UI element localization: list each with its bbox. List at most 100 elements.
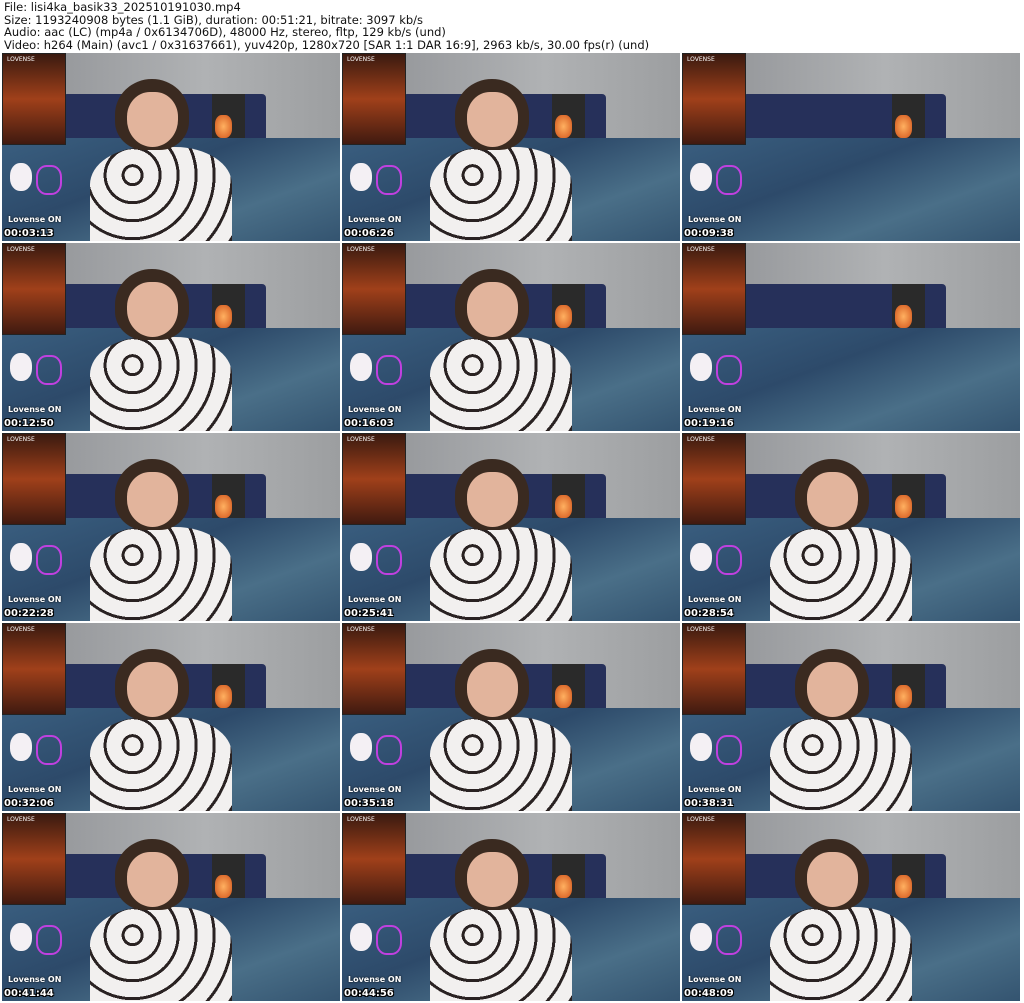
tip-menu-panel: LOVENSE (2, 433, 66, 525)
panel-brand: LOVENSE (687, 436, 715, 443)
panel-brand: LOVENSE (347, 56, 375, 63)
lovense-status: Lovense ON (8, 215, 62, 224)
person-body (429, 337, 572, 431)
bunny-icon (350, 923, 372, 951)
lovense-heart-icon (716, 165, 742, 195)
tip-menu-panel: LOVENSE (2, 53, 66, 145)
person-body (89, 337, 232, 431)
panel-brand: LOVENSE (347, 436, 375, 443)
thumbnail-grid: LOVENSE Lovense ON 00:03:13 LOVENSE Love… (2, 53, 1020, 1001)
person (89, 79, 232, 241)
bunny-icon (350, 163, 372, 191)
video-thumbnail[interactable]: LOVENSE Lovense ON 00:22:28 (2, 433, 340, 621)
person-face (126, 662, 178, 718)
panel-brand: LOVENSE (687, 626, 715, 633)
person-body (429, 527, 572, 621)
lovense-status: Lovense ON (8, 595, 62, 604)
timestamp: 00:35:18 (344, 798, 394, 809)
video-thumbnail[interactable]: LOVENSE Lovense ON 00:12:50 (2, 243, 340, 431)
bunny-icon (10, 733, 32, 761)
bunny-icon (350, 733, 372, 761)
bunny-icon (690, 733, 712, 761)
tip-menu-panel: LOVENSE (682, 243, 746, 335)
file-name: File: lisi4ka_basik33_202510191030.mp4 (4, 0, 241, 14)
video-thumbnail[interactable]: LOVENSE Lovense ON 00:19:16 (682, 243, 1020, 431)
bunny-icon (690, 353, 712, 381)
video-thumbnail[interactable]: LOVENSE Lovense ON 00:16:03 (342, 243, 680, 431)
tip-menu-panel: LOVENSE (682, 53, 746, 145)
lovense-status: Lovense ON (688, 785, 742, 794)
video-thumbnail[interactable]: LOVENSE Lovense ON 00:25:41 (342, 433, 680, 621)
timestamp: 00:25:41 (344, 608, 394, 619)
lovense-heart-icon (36, 925, 62, 955)
person-body (89, 717, 232, 811)
timestamp: 00:09:38 (684, 228, 734, 239)
bunny-icon (10, 543, 32, 571)
timestamp: 00:44:56 (344, 988, 394, 999)
person (429, 649, 572, 811)
person-body (769, 717, 912, 811)
panel-brand: LOVENSE (687, 246, 715, 253)
video-thumbnail[interactable]: LOVENSE Lovense ON 00:44:56 (342, 813, 680, 1001)
lovense-status: Lovense ON (348, 215, 402, 224)
lamp (894, 115, 912, 138)
tip-menu-panel: LOVENSE (682, 813, 746, 905)
bunny-icon (350, 543, 372, 571)
video-thumbnail[interactable]: LOVENSE Lovense ON 00:28:54 (682, 433, 1020, 621)
lovense-heart-icon (376, 735, 402, 765)
timestamp: 00:48:09 (684, 988, 734, 999)
lovense-status: Lovense ON (348, 975, 402, 984)
person-face (466, 472, 518, 528)
lovense-heart-icon (376, 165, 402, 195)
person-body (429, 147, 572, 241)
timestamp: 00:28:54 (684, 608, 734, 619)
panel-brand: LOVENSE (7, 56, 35, 63)
lovense-heart-icon (716, 735, 742, 765)
lovense-status: Lovense ON (8, 405, 62, 414)
person-body (89, 907, 232, 1001)
person-face (126, 472, 178, 528)
person-face (806, 472, 858, 528)
person-body (89, 147, 232, 241)
person-face (466, 92, 518, 148)
bunny-icon (690, 923, 712, 951)
person-face (126, 282, 178, 338)
person (769, 459, 912, 621)
person (429, 839, 572, 1001)
video-thumbnail[interactable]: LOVENSE Lovense ON 00:32:06 (2, 623, 340, 811)
timestamp: 00:03:13 (4, 228, 54, 239)
lovense-heart-icon (36, 165, 62, 195)
lovense-heart-icon (376, 355, 402, 385)
tip-menu-panel: LOVENSE (2, 243, 66, 335)
person-face (466, 662, 518, 718)
bunny-icon (350, 353, 372, 381)
video-thumbnail[interactable]: LOVENSE Lovense ON 00:35:18 (342, 623, 680, 811)
tip-menu-panel: LOVENSE (342, 243, 406, 335)
timestamp: 00:06:26 (344, 228, 394, 239)
video-thumbnail[interactable]: LOVENSE Lovense ON 00:41:44 (2, 813, 340, 1001)
panel-brand: LOVENSE (687, 816, 715, 823)
timestamp: 00:41:44 (4, 988, 54, 999)
person-face (466, 852, 518, 908)
video-thumbnail[interactable]: LOVENSE Lovense ON 00:38:31 (682, 623, 1020, 811)
timestamp: 00:38:31 (684, 798, 734, 809)
video-thumbnail[interactable]: LOVENSE Lovense ON 00:06:26 (342, 53, 680, 241)
person (89, 649, 232, 811)
lovense-status: Lovense ON (688, 405, 742, 414)
lovense-heart-icon (36, 355, 62, 385)
lovense-status: Lovense ON (348, 785, 402, 794)
lovense-status: Lovense ON (8, 975, 62, 984)
tip-menu-panel: LOVENSE (342, 433, 406, 525)
video-thumbnail[interactable]: LOVENSE Lovense ON 00:03:13 (2, 53, 340, 241)
panel-brand: LOVENSE (347, 626, 375, 633)
person (429, 79, 572, 241)
video-thumbnail[interactable]: LOVENSE Lovense ON 00:48:09 (682, 813, 1020, 1001)
panel-brand: LOVENSE (7, 626, 35, 633)
bunny-icon (690, 163, 712, 191)
timestamp: 00:12:50 (4, 418, 54, 429)
timestamp: 00:16:03 (344, 418, 394, 429)
video-thumbnail[interactable]: LOVENSE Lovense ON 00:09:38 (682, 53, 1020, 241)
person-body (769, 527, 912, 621)
lovense-status: Lovense ON (688, 975, 742, 984)
lovense-heart-icon (376, 545, 402, 575)
